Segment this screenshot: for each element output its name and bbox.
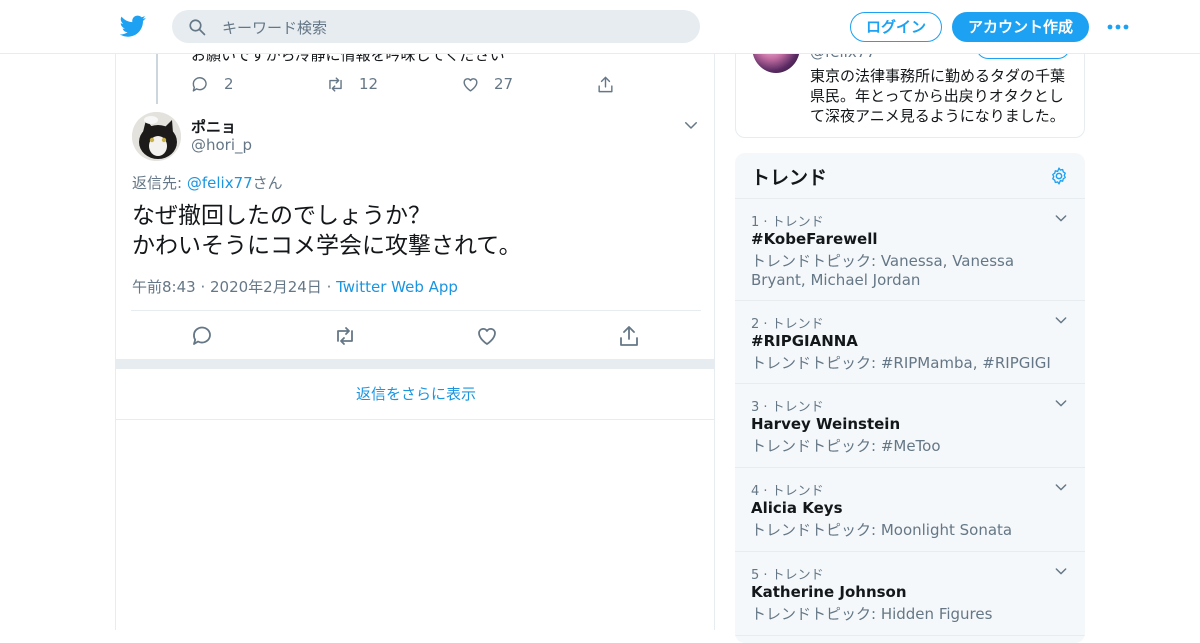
chevron-down-icon[interactable]	[1053, 210, 1069, 226]
signup-button[interactable]: アカウント作成	[952, 12, 1089, 42]
more-options-icon[interactable]	[1106, 18, 1130, 36]
trend-topic: トレンドトピック: Vanessa, Vanessa Bryant, Micha…	[751, 252, 1015, 289]
tweet-text: なぜ撤回したのでしょうか？ かわいそうにコメ学会に攻撃されて。	[132, 201, 702, 261]
section-separator	[116, 359, 714, 369]
trend-name[interactable]: Alicia Keys	[751, 499, 843, 517]
trend-rank: 4 · トレンド	[751, 484, 824, 499]
retweet-icon[interactable]	[333, 324, 357, 348]
retweet-icon	[329, 76, 342, 92]
avatar[interactable]	[132, 112, 181, 161]
chevron-down-icon[interactable]	[682, 116, 700, 134]
user-handle[interactable]: @hori_p	[191, 136, 252, 154]
share-icon[interactable]	[617, 324, 641, 348]
reply-to-prefix: 返信先:	[132, 174, 183, 192]
reply-to-handle-link[interactable]: @felix77	[187, 174, 253, 192]
thread-connector-line	[156, 54, 158, 104]
trend-topic: トレンドトピック: #MeToo	[751, 437, 941, 455]
trend-name[interactable]: #KobeFarewell	[751, 230, 878, 248]
tweet-timestamp[interactable]: 午前8:43 · 2020年2月24日	[132, 278, 322, 296]
reply-icon[interactable]	[191, 324, 215, 348]
settings-gear-icon[interactable]	[1049, 166, 1069, 186]
trend-rank: 1 · トレンド	[751, 215, 824, 230]
retweet-action[interactable]: 12	[326, 74, 378, 94]
trend-item[interactable]: 1 · トレンド #KobeFarewell トレンドトピック: Vanessa…	[735, 199, 1085, 301]
previous-tweet-actions: 2 12 27	[191, 74, 631, 94]
main-timeline-column: お願いですから冷静に情報を吟味してください 2 12 27 ポニョ @hori_…	[115, 54, 715, 630]
trends-header: トレンド	[735, 153, 1085, 199]
trend-topic: トレンドトピック: #RIPMamba, #RIPGIGI	[751, 354, 1051, 372]
trend-name[interactable]: Katherine Johnson	[751, 583, 907, 601]
like-action[interactable]: 27	[461, 74, 513, 94]
tweet-meta: 午前8:43 · 2020年2月24日 · Twitter Web App	[132, 276, 458, 297]
trend-rank: 2 · トレンド	[751, 317, 824, 332]
trend-rank: 3 · トレンド	[751, 400, 824, 415]
chevron-down-icon[interactable]	[1053, 563, 1069, 579]
meta-separator: ·	[321, 278, 337, 296]
heart-icon	[463, 77, 478, 92]
trend-topic: トレンドトピック: Hidden Figures	[751, 605, 993, 623]
heart-icon[interactable]	[475, 324, 499, 348]
top-navigation-bar: キーワード検索 ログイン アカウント作成	[0, 0, 1200, 54]
trend-item[interactable]: 3 · トレンド Harvey Weinstein トレンドトピック: #MeT…	[735, 384, 1085, 468]
retweet-count: 12	[359, 75, 379, 93]
trends-title: トレンド	[751, 167, 828, 189]
reply-action[interactable]: 2	[191, 74, 234, 94]
chevron-down-icon[interactable]	[1053, 479, 1069, 495]
trend-item[interactable]: 4 · トレンド Alicia Keys トレンドトピック: Moonlight…	[735, 468, 1085, 552]
reply-to-suffix: さん	[252, 174, 283, 192]
tweet-text-line-2: かわいそうにコメ学会に攻撃されて。	[132, 233, 522, 259]
chevron-down-icon[interactable]	[1053, 395, 1069, 411]
tweet-source-link[interactable]: Twitter Web App	[336, 278, 458, 296]
cat-avatar-image	[132, 112, 181, 161]
like-count: 27	[494, 75, 514, 93]
trend-rank: 5 · トレンド	[751, 568, 824, 583]
tweet-text-line-1: なぜ撤回したのでしょうか？	[132, 203, 431, 229]
login-button[interactable]: ログイン	[850, 12, 942, 42]
reply-count: 2	[224, 75, 234, 93]
share-icon	[598, 76, 613, 92]
trend-item[interactable]: 2 · トレンド #RIPGIANNA トレンドトピック: #RIPMamba,…	[735, 301, 1085, 384]
trend-topic: トレンドトピック: Moonlight Sonata	[751, 521, 1013, 539]
trend-item[interactable]: 5 · トレンド Katherine Johnson トレンドトピック: Hid…	[735, 552, 1085, 636]
search-icon	[189, 19, 206, 36]
show-more-replies-link[interactable]: 返信をさらに表示	[116, 369, 714, 420]
reply-icon	[192, 76, 207, 92]
search-bar[interactable]: キーワード検索	[172, 10, 700, 43]
twitter-bird-logo-icon[interactable]	[120, 13, 146, 39]
search-placeholder[interactable]: キーワード検索	[222, 17, 327, 38]
chevron-down-icon[interactable]	[1053, 312, 1069, 328]
reply-to-line: 返信先: @felix77さん	[132, 172, 283, 193]
display-name[interactable]: ポニョ	[191, 116, 236, 137]
share-action[interactable]	[596, 74, 615, 94]
trend-name[interactable]: #RIPGIANNA	[751, 332, 858, 350]
trend-name[interactable]: Harvey Weinstein	[751, 415, 900, 433]
profile-bio: 東京の法律事務所に勤めるタダの千葉県民。年とってから出戻りオタクとして深夜アニメ…	[810, 67, 1066, 125]
trends-panel: トレンド 1 · トレンド #KobeFarewell トレンドトピック: Va…	[735, 153, 1085, 643]
divider	[131, 310, 701, 311]
previous-tweet-text: お願いですから冷静に情報を吟味してください	[191, 54, 505, 64]
